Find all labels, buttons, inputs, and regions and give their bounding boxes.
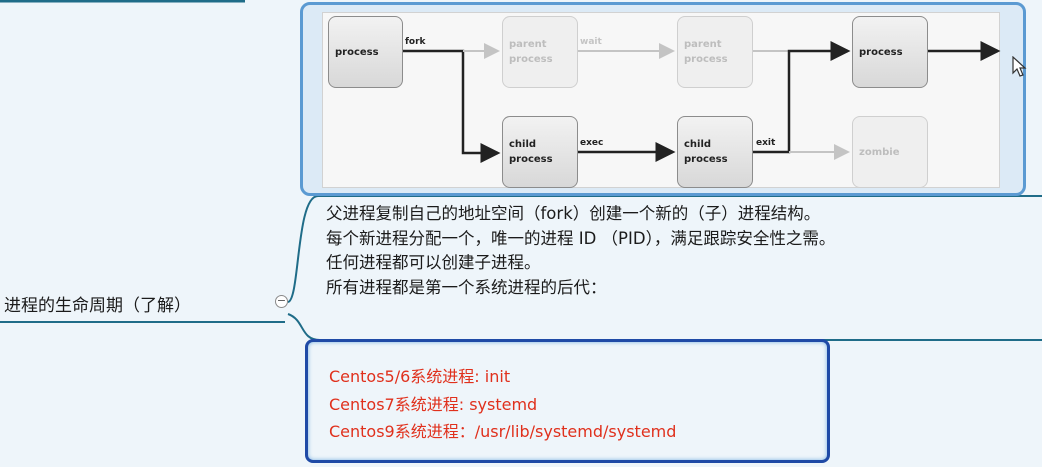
process-start-box: process [328,16,403,88]
child-process-box-1: child process [502,116,578,188]
fork-label: fork [405,37,426,47]
exit-label: exit [756,138,776,148]
parent-process-box-1: parent process [502,16,578,88]
init-system-line: Centos7系统进程: systemd [329,394,538,414]
zombie-box: zombie [852,116,928,188]
description-line: 每个新进程分配一个，唯一的进程 ID （PID），满足跟踪安全性之需。 [326,228,836,248]
description-line: 父进程复制自己的地址空间（fork）创建一个新的（子）进程结构。 [326,204,821,223]
init-system-line: Centos9系统进程：/usr/lib/systemd/systemd [329,422,677,441]
wait-label: wait [580,37,602,47]
child-process-box-2: child process [677,116,753,188]
init-system-line: Centos5/6系统进程: init [329,367,511,386]
description-line: 任何进程都可以创建子进程。 [326,253,541,272]
description-block: 父进程复制自己的地址空间（fork）创建一个新的（子）进程结构。 每个新进程分配… [326,202,1026,300]
collapse-icon[interactable]: − [275,295,288,308]
process-end-box: process [852,16,928,88]
mouse-cursor-icon [1012,56,1027,77]
exit-arrow [753,41,851,154]
description-line: 所有进程都是第一个系统进程的后代： [326,277,607,297]
parent-process-box-2: parent process [677,16,753,88]
fork-arrow [403,49,501,163]
topic-title[interactable]: 进程的生命周期（了解） [4,291,191,316]
exec-label: exec [580,138,604,148]
init-systems-list: Centos5/6系统进程: init Centos7系统进程: systemd… [329,363,676,446]
